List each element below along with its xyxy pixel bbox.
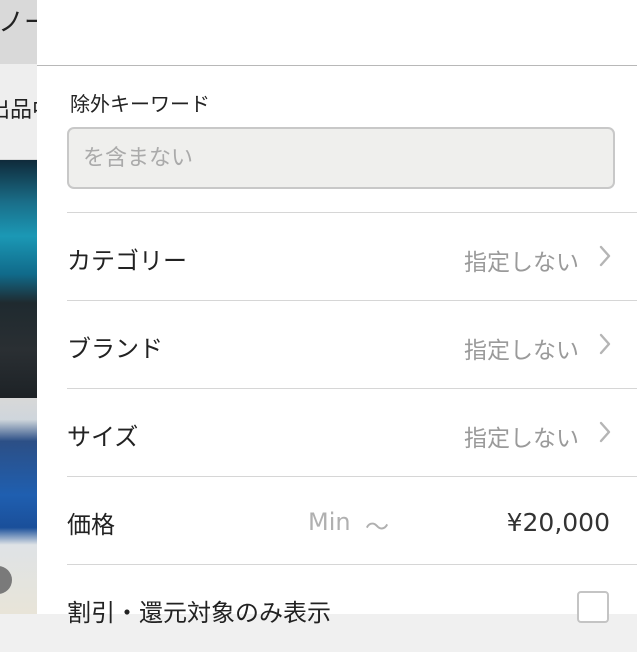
category-row[interactable]: カテゴリー 指定しない <box>67 212 637 300</box>
brand-label: ブランド <box>67 335 163 363</box>
price-min-input[interactable]: Min <box>308 508 351 536</box>
brand-row[interactable]: ブランド 指定しない <box>67 300 637 388</box>
panel-header <box>37 0 637 66</box>
size-value: 指定しない <box>464 426 579 452</box>
size-label: サイズ <box>67 423 139 451</box>
price-label: 価格 <box>67 511 115 539</box>
chevron-right-icon <box>599 421 611 443</box>
price-row: 価格 Min 〜 ¥20,000 <box>67 476 637 564</box>
background-text: 出品中の <box>0 98 37 123</box>
chevron-right-icon <box>599 245 611 267</box>
price-max-input[interactable]: ¥20,000 <box>507 508 610 537</box>
background-page: ノー 出品中の <box>0 0 37 614</box>
discount-only-checkbox[interactable] <box>577 591 609 623</box>
category-label: カテゴリー <box>67 247 187 275</box>
background-text: ノー <box>0 8 37 38</box>
chevron-right-icon <box>599 333 611 355</box>
product-thumbnail <box>0 160 37 398</box>
filter-panel: 除外キーワード カテゴリー 指定しない ブランド 指定しない サイズ 指定しない… <box>37 0 637 627</box>
discount-only-label: 割引・還元対象のみ表示 <box>67 599 331 627</box>
exclude-keyword-field[interactable] <box>67 127 615 189</box>
exclude-keyword-input[interactable] <box>69 129 613 187</box>
discount-only-row[interactable]: 割引・還元対象のみ表示 <box>67 564 637 652</box>
exclude-keyword-label: 除外キーワード <box>70 92 210 116</box>
category-value: 指定しない <box>464 250 579 276</box>
brand-value: 指定しない <box>464 338 579 364</box>
size-row[interactable]: サイズ 指定しない <box>67 388 637 476</box>
price-range-separator: 〜 <box>365 513 389 541</box>
